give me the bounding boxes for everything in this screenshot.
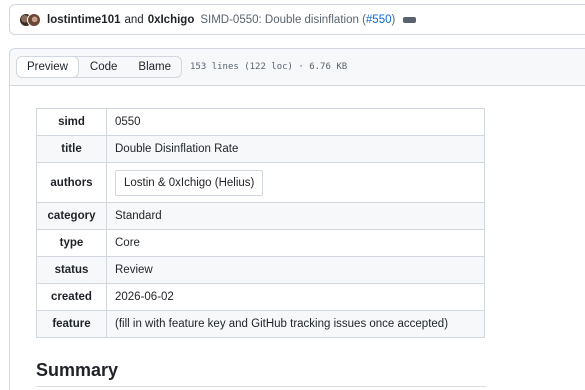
- table-row: created 2026-06-02: [36, 283, 485, 311]
- table-row: simd 0550: [36, 108, 485, 136]
- table-row: status Review: [36, 256, 485, 284]
- row-value-cell: Lostin & 0xIchigo (Helius): [106, 162, 485, 203]
- row-key: authors: [36, 162, 107, 203]
- pull-request-link[interactable]: #550: [366, 14, 392, 26]
- row-value: Review: [106, 256, 485, 284]
- row-key: simd: [36, 108, 107, 136]
- section-heading-summary: Summary: [36, 360, 119, 380]
- row-value: Core: [106, 229, 485, 257]
- commit-message-text[interactable]: SIMD-0550: Double disinflation (: [200, 14, 366, 26]
- commit-message-close: ): [391, 13, 396, 26]
- tab-blame[interactable]: Blame: [127, 57, 181, 77]
- table-row: authors Lostin & 0xIchigo (Helius): [36, 162, 485, 203]
- table-row: feature (fill in with feature key and Gi…: [36, 310, 485, 338]
- kebab-horizontal-icon[interactable]: [403, 16, 417, 23]
- page: lostintime101 and 0xIchigo SIMD-0550: Do…: [0, 0, 585, 390]
- avatar[interactable]: [27, 12, 41, 27]
- authors-value: Lostin & 0xIchigo (Helius): [115, 169, 264, 196]
- row-value: 2026-06-02: [106, 283, 485, 311]
- commit-author-link[interactable]: lostintime101: [47, 14, 121, 26]
- file-stats: 153 lines (122 loc) · 6.76 KB: [190, 62, 348, 72]
- file-header: Preview Code Blame 153 lines (122 loc) ·…: [10, 49, 585, 86]
- view-mode-toggle: Preview Code Blame: [16, 56, 183, 78]
- commit-coauthor-link[interactable]: 0xIchigo: [148, 14, 195, 26]
- tab-code[interactable]: Code: [79, 57, 128, 77]
- author-separator: and: [124, 13, 144, 26]
- table-row: type Core: [36, 229, 485, 257]
- table-row: category Standard: [36, 202, 485, 230]
- row-key: feature: [36, 310, 107, 338]
- commit-message[interactable]: SIMD-0550: Double disinflation (#550): [200, 14, 395, 26]
- row-key: title: [36, 135, 107, 163]
- row-value: Double Disinflation Rate: [106, 135, 485, 163]
- row-key: type: [36, 229, 107, 257]
- row-value: 0550: [106, 108, 485, 136]
- row-key: category: [36, 202, 107, 230]
- author-avatars[interactable]: [19, 12, 41, 27]
- tab-preview[interactable]: Preview: [17, 57, 79, 77]
- row-value: Standard: [106, 202, 485, 230]
- row-key: created: [36, 283, 107, 311]
- heading-divider: [36, 386, 486, 387]
- table-row: title Double Disinflation Rate: [36, 135, 485, 163]
- latest-commit-bar: lostintime101 and 0xIchigo SIMD-0550: Do…: [9, 4, 585, 35]
- row-key: status: [36, 256, 107, 284]
- metadata-table: simd 0550 title Double Disinflation Rate…: [36, 108, 485, 338]
- row-value: (fill in with feature key and GitHub tra…: [106, 310, 485, 338]
